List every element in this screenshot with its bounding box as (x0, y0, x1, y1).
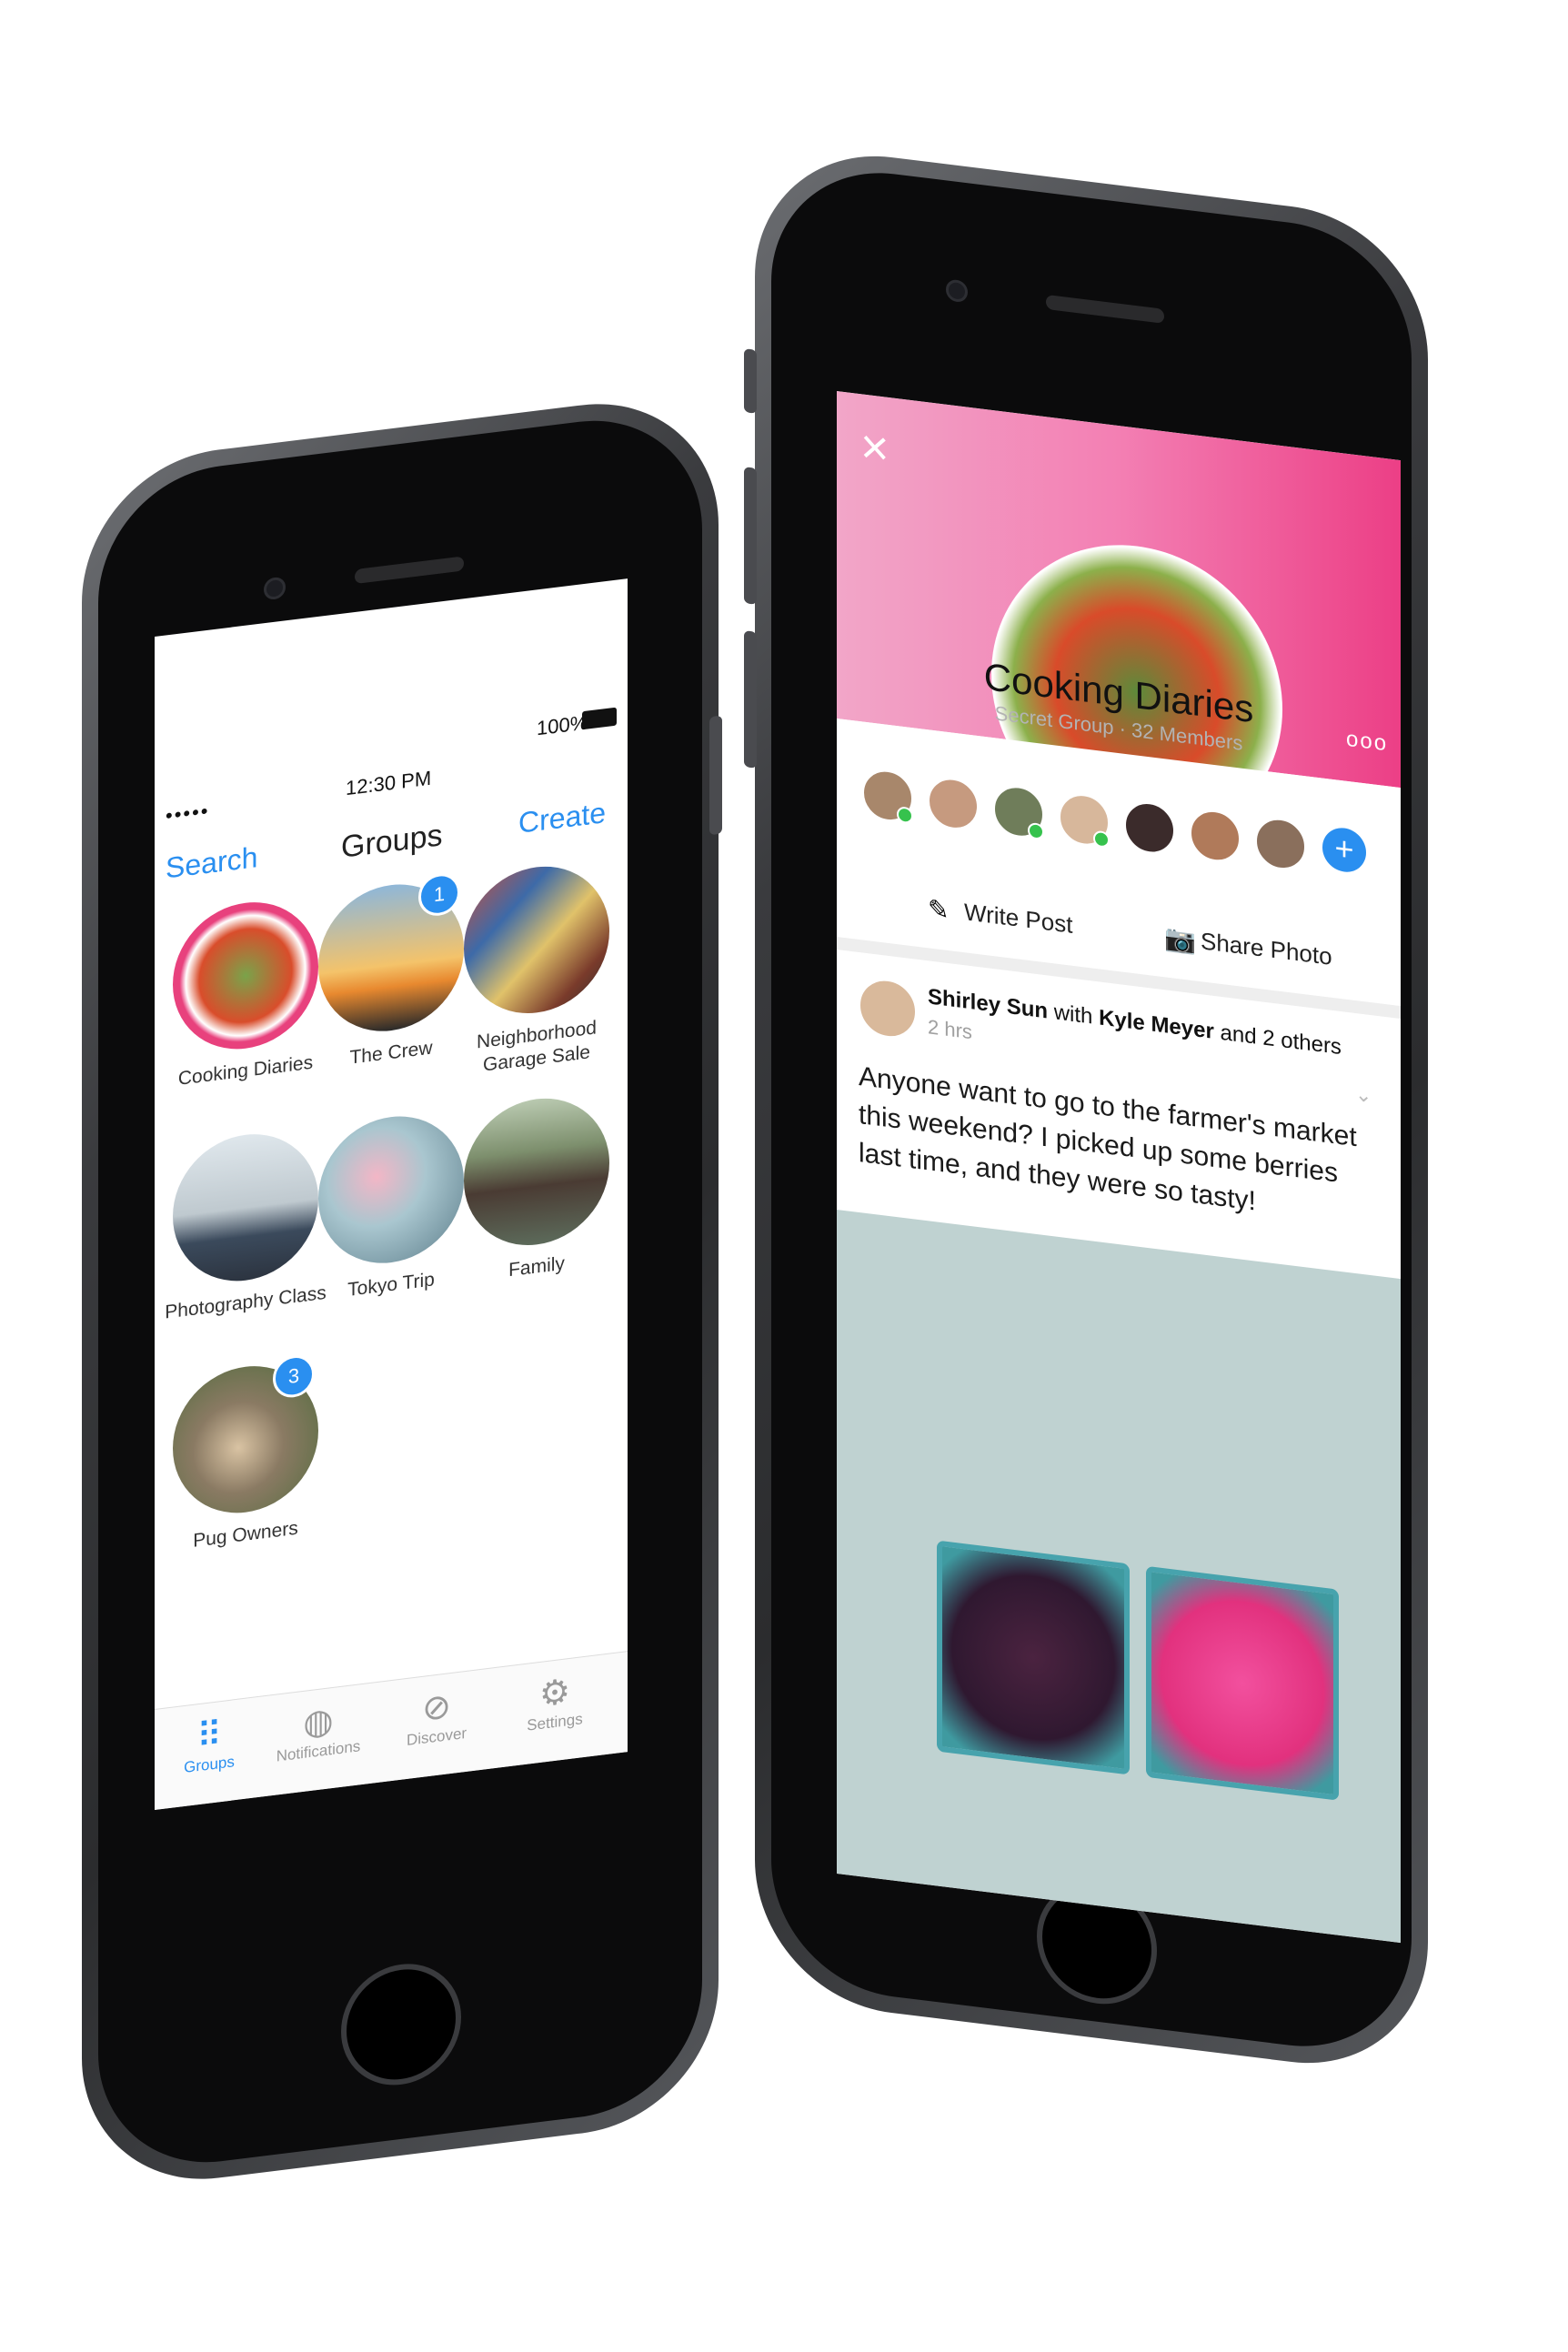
group-avatar (173, 893, 318, 1058)
group-pug-owners[interactable]: 3 Pug Owners (155, 1352, 337, 1558)
post-photo[interactable] (837, 1210, 1401, 1944)
close-icon[interactable]: × (860, 418, 890, 477)
group-family[interactable]: Family (446, 1088, 628, 1291)
left-side-button[interactable] (709, 715, 722, 836)
group-avatar (464, 1090, 609, 1254)
right-screen: × ooo Cooking Diaries Secret Group · 32 … (837, 391, 1401, 1944)
notification-badge: 3 (273, 1352, 315, 1401)
post-others[interactable]: and 2 others (1221, 1020, 1342, 1060)
blackberry-basket (937, 1540, 1130, 1775)
right-volume-up[interactable] (744, 348, 757, 414)
raspberry-basket (1146, 1565, 1339, 1801)
group-label: Family (508, 1252, 565, 1282)
right-volume-down[interactable] (744, 467, 757, 605)
status-battery: 100% (537, 710, 588, 740)
tab-discover[interactable]: ⊘ Discover (373, 1680, 500, 1754)
signal-indicator: ••••• (166, 799, 210, 828)
write-post-button[interactable]: Write Post (964, 898, 1072, 940)
write-post-icon: ✎ (928, 894, 950, 926)
group-avatar (464, 858, 609, 1022)
share-photo-button[interactable]: Share Photo (1201, 927, 1332, 971)
group-neighborhood-garage-sale[interactable]: Neighborhood Garage Sale (446, 856, 628, 1082)
group-label: Neighborhood Garage Sale (477, 1017, 597, 1076)
create-link[interactable]: Create (518, 796, 606, 840)
post-time: 2 hrs (928, 1015, 972, 1044)
post-tagged[interactable]: Kyle Meyer (1099, 1005, 1214, 1044)
group-label: Pug Owners (193, 1517, 298, 1552)
chevron-down-icon[interactable]: ⌄ (1355, 1082, 1372, 1108)
battery-icon (582, 707, 617, 730)
status-time: 12:30 PM (346, 766, 432, 800)
tab-notifications[interactable]: ◍ Notifications (255, 1694, 382, 1768)
right-volume-down-2[interactable] (744, 630, 757, 769)
tab-settings[interactable]: ⚙ Settings (491, 1665, 618, 1739)
camera-icon: 📷 (1164, 923, 1196, 956)
nav-title: Groups (341, 818, 443, 865)
group-avatar (318, 1108, 464, 1271)
group-avatar (173, 1125, 318, 1290)
search-link[interactable]: Search (166, 840, 257, 885)
post-body: Anyone want to go to the farmer's market… (859, 1060, 1357, 1217)
post-with: with (1053, 1000, 1093, 1030)
post-author-avatar[interactable] (859, 975, 917, 1041)
left-screen: ••••• 12:30 PM 100% Search Groups Create… (155, 578, 628, 1810)
